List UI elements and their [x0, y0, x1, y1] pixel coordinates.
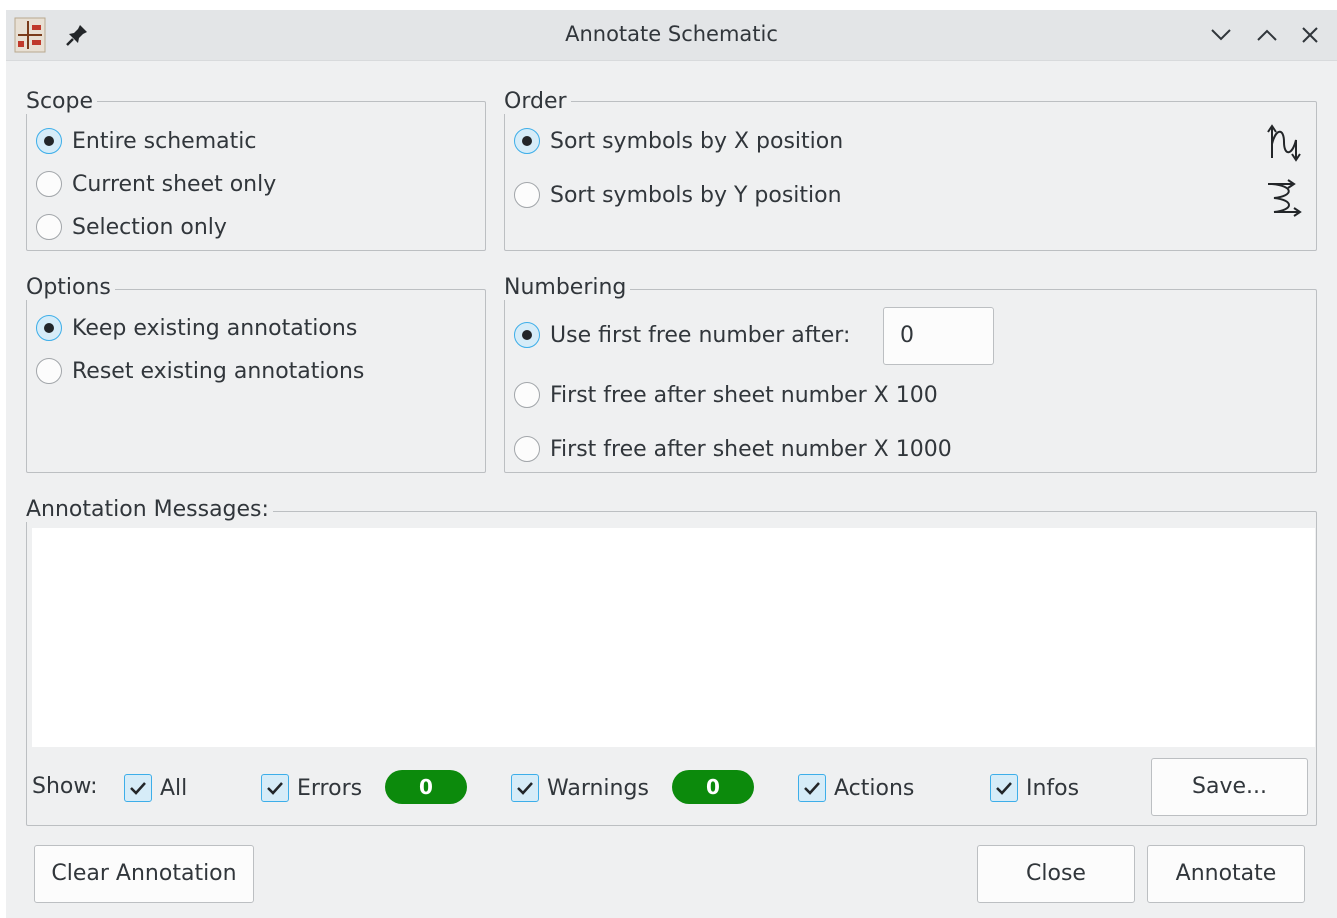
radio-label: Use first free number after: [550, 322, 851, 348]
close-button[interactable]: Close [977, 845, 1135, 903]
checkbox-label: Infos [1026, 775, 1080, 801]
maximize-button[interactable] [1252, 20, 1282, 50]
sort-x-radio[interactable]: Sort symbols by X position [514, 128, 843, 154]
check-icon [130, 782, 146, 795]
messages-label: Annotation Messages: [26, 498, 273, 522]
checkbox-label: All [160, 775, 188, 801]
checkbox[interactable] [990, 774, 1018, 802]
save-button[interactable]: Save... [1151, 758, 1308, 816]
close-icon [1302, 27, 1318, 43]
sort-y-radio[interactable]: Sort symbols by Y position [514, 182, 842, 208]
radio-label: Reset existing annotations [72, 358, 365, 384]
radio-button[interactable] [514, 182, 540, 208]
start-number-input[interactable]: 0 [883, 307, 994, 365]
sheet-x1000-radio[interactable]: First free after sheet number X 1000 [514, 436, 952, 462]
show-label: Show: [32, 774, 98, 799]
warnings-count-badge: 0 [672, 770, 754, 804]
check-icon [517, 782, 533, 795]
check-icon [996, 782, 1012, 795]
minimize-button[interactable] [1206, 20, 1236, 50]
radio-label: Current sheet only [72, 171, 277, 197]
numbering-label: Numbering [504, 276, 631, 300]
filter-warnings-checkbox[interactable]: Warnings [511, 774, 649, 802]
sheet-x100-radio[interactable]: First free after sheet number X 100 [514, 382, 938, 408]
scope-label: Scope [26, 90, 98, 114]
window-title: Annotate Schematic [565, 22, 778, 46]
messages-list[interactable] [32, 528, 1315, 747]
radio-button[interactable] [514, 436, 540, 462]
checkbox-label: Actions [834, 775, 915, 801]
close-window-button[interactable] [1295, 20, 1325, 50]
scope-entire-radio[interactable]: Entire schematic [36, 128, 256, 154]
checkbox-label: Errors [297, 775, 363, 801]
order-label: Order [504, 90, 571, 114]
checkbox[interactable] [261, 774, 289, 802]
checkbox-label: Warnings [547, 775, 649, 801]
clear-annotation-button[interactable]: Clear Annotation [34, 845, 254, 903]
radio-label: Entire schematic [72, 128, 257, 154]
radio-button[interactable] [514, 128, 540, 154]
checkbox[interactable] [798, 774, 826, 802]
radio-button[interactable] [36, 315, 62, 341]
sort-x-icon [1267, 124, 1301, 162]
annotate-button[interactable]: Annotate [1147, 845, 1305, 903]
radio-button[interactable] [36, 171, 62, 197]
chevron-down-icon [1211, 29, 1231, 41]
annotate-dialog: Annotate Schematic Scope Entire schemati… [6, 10, 1337, 918]
errors-count-badge: 0 [385, 770, 467, 804]
filter-infos-checkbox[interactable]: Infos [990, 774, 1079, 802]
radio-button[interactable] [36, 214, 62, 240]
title-bar: Annotate Schematic [6, 10, 1337, 61]
filter-all-checkbox[interactable]: All [124, 774, 187, 802]
check-icon [267, 782, 283, 795]
options-label: Options [26, 276, 115, 300]
scope-selection-radio[interactable]: Selection only [36, 214, 227, 240]
radio-label: First free after sheet number X 100 [550, 382, 938, 408]
sort-y-icon [1268, 179, 1302, 217]
radio-button[interactable] [36, 128, 62, 154]
checkbox[interactable] [124, 774, 152, 802]
radio-label: Selection only [72, 214, 227, 240]
first-free-number-radio[interactable]: Use first free number after: [514, 322, 850, 348]
radio-label: Sort symbols by Y position [550, 182, 842, 208]
scope-current-sheet-radio[interactable]: Current sheet only [36, 171, 276, 197]
radio-label: Keep existing annotations [72, 315, 358, 341]
filter-actions-checkbox[interactable]: Actions [798, 774, 914, 802]
check-icon [804, 782, 820, 795]
order-group [504, 101, 1317, 251]
chevron-up-icon [1257, 29, 1277, 41]
radio-label: Sort symbols by X position [550, 128, 844, 154]
filter-errors-checkbox[interactable]: Errors [261, 774, 362, 802]
radio-button[interactable] [514, 382, 540, 408]
radio-button[interactable] [514, 322, 540, 348]
radio-label: First free after sheet number X 1000 [550, 436, 952, 462]
checkbox[interactable] [511, 774, 539, 802]
keep-annotations-radio[interactable]: Keep existing annotations [36, 315, 357, 341]
reset-annotations-radio[interactable]: Reset existing annotations [36, 358, 364, 384]
radio-button[interactable] [36, 358, 62, 384]
